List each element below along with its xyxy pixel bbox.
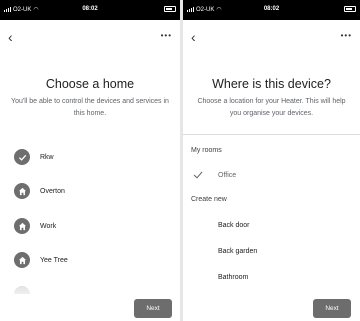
house-icon bbox=[14, 252, 30, 268]
battery-icon bbox=[344, 6, 356, 12]
section-divider bbox=[183, 134, 360, 135]
next-button[interactable]: Next bbox=[313, 299, 351, 318]
more-options-icon[interactable]: ••• bbox=[161, 31, 172, 40]
room-option-bathroom[interactable]: Bathroom bbox=[218, 274, 248, 281]
status-bar: O2-UK ◠ 08:02 bbox=[0, 0, 180, 20]
status-time: 08:02 bbox=[263, 6, 280, 12]
home-item-work[interactable]: Work bbox=[14, 218, 56, 234]
house-icon bbox=[14, 183, 30, 199]
next-button[interactable]: Next bbox=[134, 299, 172, 318]
page-title: Choose a home bbox=[45, 77, 135, 91]
page-title: Where is this device? bbox=[212, 77, 331, 91]
more-options-icon[interactable]: ••• bbox=[341, 31, 352, 40]
page-subtitle: You'll be able to control the devices an… bbox=[11, 98, 169, 117]
my-rooms-header: My rooms bbox=[191, 147, 222, 154]
top-bar: ‹ ••• bbox=[183, 27, 360, 47]
room-option-office[interactable]: Office bbox=[218, 172, 236, 179]
house-icon bbox=[14, 218, 30, 234]
device-location-screen: O2-UK ◠ 08:02 ‹ ••• Where is this device… bbox=[183, 0, 360, 321]
home-item-overton[interactable]: Overton bbox=[14, 183, 65, 199]
back-icon[interactable]: ‹ bbox=[191, 29, 196, 45]
back-icon[interactable]: ‹ bbox=[8, 29, 13, 45]
checkmark-icon bbox=[14, 149, 30, 165]
home-label: Overton bbox=[40, 187, 65, 195]
create-new-header: Create new bbox=[191, 196, 227, 203]
status-bar: O2-UK ◠ 08:02 bbox=[183, 0, 360, 20]
home-item-yee-tree[interactable]: Yee Tree bbox=[14, 252, 68, 268]
page-subtitle: Choose a location for your Heater. This … bbox=[197, 98, 346, 117]
status-time: 08:02 bbox=[82, 6, 98, 12]
top-bar: ‹ ••• bbox=[0, 27, 180, 47]
room-option-back-door[interactable]: Back door bbox=[218, 222, 250, 229]
battery-icon bbox=[164, 6, 176, 12]
room-option-back-garden[interactable]: Back garden bbox=[218, 248, 257, 255]
home-label: Rkw bbox=[40, 153, 54, 161]
choose-home-screen: O2-UK ◠ 08:02 ‹ ••• Choose a home You'll… bbox=[0, 0, 180, 321]
checkmark-icon bbox=[193, 171, 203, 179]
home-label: Yee Tree bbox=[40, 256, 68, 264]
home-label: Work bbox=[40, 222, 57, 230]
home-item-rkw[interactable]: Rkw bbox=[14, 149, 54, 165]
